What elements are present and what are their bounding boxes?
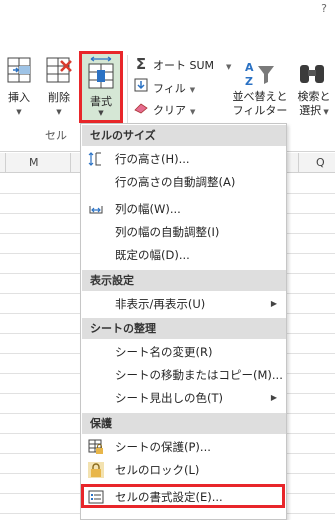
submenu-arrow-icon: ▶ bbox=[270, 393, 277, 402]
clear-dropdown-icon: ▼ bbox=[190, 108, 196, 116]
protect-sheet-label: シートの保護(P)... bbox=[115, 440, 211, 454]
column-divider bbox=[70, 153, 71, 173]
menu-item-hide-unhide[interactable]: 非表示/再表示(U) ▶ bbox=[82, 293, 286, 315]
lock-cell-label: セルのロック(L) bbox=[115, 463, 200, 477]
format-cells-highlight bbox=[81, 484, 285, 508]
fill-label: フィル bbox=[153, 82, 186, 95]
sort-label-line1: 並べ替えと bbox=[232, 90, 288, 103]
delete-dropdown-icon: ▼ bbox=[56, 108, 62, 116]
fill-button[interactable]: フィル ▼ bbox=[133, 78, 195, 98]
clear-label: クリア bbox=[153, 104, 186, 117]
insert-button[interactable]: 挿入 ▼ bbox=[3, 52, 35, 124]
fill-dropdown-icon: ▼ bbox=[189, 86, 196, 94]
insert-cells-icon bbox=[7, 57, 31, 83]
menu-item-column-width[interactable]: 列の幅(W)... bbox=[82, 198, 286, 220]
column-header-m[interactable]: M bbox=[29, 156, 39, 169]
find-label-line1: 検索と bbox=[297, 90, 331, 103]
help-icon[interactable]: ? bbox=[317, 2, 331, 16]
column-width-label: 列の幅(W)... bbox=[115, 202, 181, 216]
submenu-arrow-icon: ▶ bbox=[270, 299, 277, 308]
menu-item-autofit-column[interactable]: 列の幅の自動調整(I) bbox=[82, 221, 286, 243]
row-height-icon bbox=[88, 152, 101, 166]
svg-text:Z: Z bbox=[245, 75, 253, 88]
menu-item-rename-sheet[interactable]: シート名の変更(R) bbox=[82, 341, 286, 363]
fill-down-icon bbox=[133, 78, 149, 99]
format-dropdown-icon: ▼ bbox=[98, 109, 104, 117]
section-visibility: 表示設定 bbox=[82, 270, 286, 291]
autosum-label: オート SUM bbox=[153, 59, 215, 72]
svg-text:A: A bbox=[245, 61, 254, 74]
move-copy-label: シートの移動またはコピー(M)... bbox=[115, 368, 283, 382]
default-width-label: 既定の幅(D)... bbox=[115, 248, 190, 262]
format-label: 書式 bbox=[90, 95, 112, 108]
menu-item-autofit-row[interactable]: 行の高さの自動調整(A) bbox=[82, 171, 286, 193]
section-cell-size: セルのサイズ bbox=[82, 125, 286, 146]
find-label-line2-row: 選択 ▼ bbox=[290, 104, 335, 119]
find-select-button[interactable]: 検索と 選択 ▼ bbox=[290, 60, 334, 124]
hide-unhide-label: 非表示/再表示(U) bbox=[115, 297, 206, 311]
menu-item-default-width[interactable]: 既定の幅(D)... bbox=[82, 244, 286, 266]
autofit-column-label: 列の幅の自動調整(I) bbox=[115, 225, 220, 239]
lock-icon bbox=[88, 462, 104, 478]
menu-item-row-height[interactable]: 行の高さ(H)... bbox=[82, 148, 286, 170]
insert-label: 挿入 bbox=[8, 91, 30, 104]
menu-item-move-copy-sheet[interactable]: シートの移動またはコピー(M)... bbox=[82, 364, 286, 386]
autosum-dropdown-icon: ▼ bbox=[226, 63, 232, 71]
sigma-icon: Σ bbox=[135, 55, 147, 73]
sort-filter-icon: A Z bbox=[245, 61, 274, 88]
clear-button[interactable]: クリア ▼ bbox=[133, 101, 195, 121]
autofit-row-label: 行の高さの自動調整(A) bbox=[115, 175, 236, 189]
menu-item-tab-color[interactable]: シート見出しの色(T) ▶ bbox=[82, 387, 286, 409]
find-select-label: 検索と 選択 ▼ bbox=[290, 90, 335, 119]
cells-group-label: セル bbox=[45, 129, 67, 142]
rename-sheet-label: シート名の変更(R) bbox=[115, 345, 213, 359]
row-height-label: 行の高さ(H)... bbox=[115, 152, 190, 166]
binoculars-icon bbox=[300, 65, 324, 83]
menu-item-lock-cell[interactable]: セルのロック(L) bbox=[82, 459, 286, 481]
column-divider bbox=[298, 153, 299, 173]
delete-label: 削除 bbox=[48, 91, 70, 104]
delete-button[interactable]: 削除 ▼ bbox=[42, 52, 76, 124]
autosum-button[interactable]: Σ オート SUM ▼ bbox=[133, 54, 232, 74]
find-dropdown-icon: ▼ bbox=[321, 108, 329, 116]
section-organize-sheets: シートの整理 bbox=[82, 318, 286, 339]
menu-item-protect-sheet[interactable]: シートの保護(P)... bbox=[82, 436, 286, 458]
column-divider bbox=[5, 153, 6, 173]
format-button[interactable]: 書式 ▼ bbox=[79, 51, 123, 123]
eraser-icon bbox=[133, 101, 149, 121]
sort-label-line2: フィルター bbox=[232, 104, 288, 117]
column-header-q[interactable]: Q bbox=[316, 156, 325, 169]
section-protection: 保護 bbox=[82, 413, 286, 434]
column-width-icon bbox=[89, 206, 103, 214]
insert-dropdown-icon: ▼ bbox=[16, 108, 22, 116]
sort-filter-button[interactable]: A Z 並べ替えと フィルター ▼ bbox=[232, 60, 288, 131]
format-dropdown-menu: セルのサイズ 行の高さ(H)... 行の高さの自動調整(A) 列の幅(W)...… bbox=[80, 123, 287, 520]
delete-cells-icon bbox=[46, 57, 72, 83]
tab-color-label: シート見出しの色(T) bbox=[115, 391, 223, 405]
format-cells-icon bbox=[88, 56, 114, 89]
protect-sheet-icon bbox=[88, 439, 103, 454]
find-label-line2: 選択 bbox=[299, 104, 322, 117]
